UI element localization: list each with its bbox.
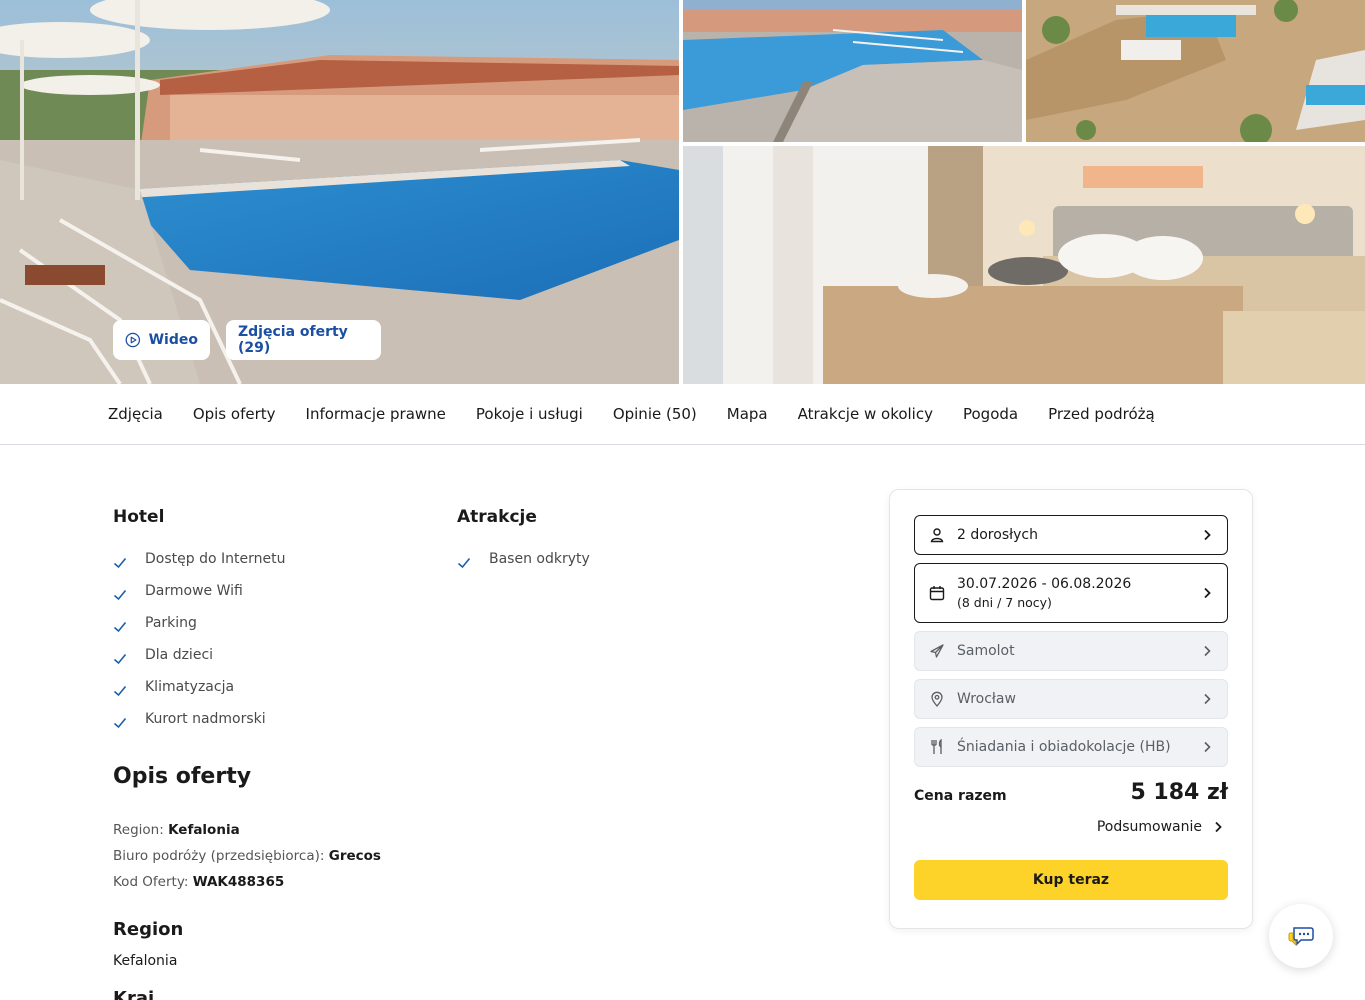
offer-region-row: Region: Kefalonia — [113, 822, 240, 838]
tab-nearby-attractions[interactable]: Atrakcje w okolicy — [798, 405, 933, 423]
offer-code-label: Kod Oferty: — [113, 874, 189, 890]
attractions-title: Atrakcje — [457, 507, 537, 527]
chevron-right-icon — [1204, 693, 1211, 705]
tab-photos[interactable]: Zdjęcia — [108, 405, 163, 423]
feature-label: Darmowe Wifi — [145, 583, 243, 599]
check-icon — [113, 557, 127, 569]
room-photo[interactable] — [683, 146, 1365, 384]
location-pin-icon — [931, 691, 943, 707]
feature-label: Dla dzieci — [145, 647, 214, 663]
pool-photo[interactable] — [683, 0, 1022, 142]
total-price-label: Cena razem — [914, 788, 1007, 804]
offer-region-value: Kefalonia — [168, 822, 240, 838]
dates-text: 30.07.2026 - 06.08.2026 (8 dni / 7 nocy) — [957, 576, 1201, 610]
check-icon — [113, 589, 127, 601]
check-icon — [113, 653, 127, 665]
chevron-right-icon — [1204, 529, 1211, 541]
chevron-right-icon — [1204, 741, 1211, 753]
feature-label: Parking — [145, 615, 197, 631]
offer-agency-value: Grecos — [328, 848, 381, 864]
video-button[interactable]: Wideo — [113, 320, 210, 360]
guests-selector[interactable]: 2 dorosłych — [914, 515, 1228, 555]
feature-label: Dostęp do Internetu — [145, 551, 286, 567]
summary-link[interactable]: Podsumowanie — [1097, 819, 1224, 835]
play-icon — [125, 332, 141, 348]
list-item: Basen odkryty — [457, 543, 590, 575]
dates-selector[interactable]: 30.07.2026 - 06.08.2026 (8 dni / 7 nocy) — [914, 563, 1228, 623]
tab-map[interactable]: Mapa — [727, 405, 768, 423]
guests-value: 2 dorosłych — [957, 527, 1038, 543]
transport-selector[interactable]: Samolot — [914, 631, 1228, 671]
board-value: Śniadania i obiadokolacje (HB) — [957, 739, 1171, 755]
video-button-label: Wideo — [148, 332, 198, 348]
check-icon — [113, 685, 127, 697]
offer-photos-button[interactable]: Zdjęcia oferty (29) — [226, 320, 381, 360]
offer-code-row: Kod Oferty: WAK488365 — [113, 874, 284, 890]
cutlery-icon — [931, 739, 942, 754]
offer-agency-label: Biuro podróży (przedsiębiorca): — [113, 848, 325, 864]
total-price-value: 5 184 zł — [1130, 780, 1228, 805]
tab-reviews[interactable]: Opinie (50) — [613, 405, 697, 423]
list-item: Kurort nadmorski — [113, 703, 285, 735]
chat-icon — [1288, 927, 1314, 947]
offer-region-label: Region: — [113, 822, 164, 838]
dates-value: 30.07.2026 - 06.08.2026 — [957, 576, 1132, 592]
offer-agency-row: Biuro podróży (przedsiębiorca): Grecos — [113, 848, 381, 864]
offer-photos-label: Zdjęcia oferty (29) — [238, 324, 348, 356]
tab-weather[interactable]: Pogoda — [963, 405, 1018, 423]
check-icon — [457, 557, 471, 569]
attraction-label: Basen odkryty — [489, 551, 590, 567]
buy-now-button[interactable]: Kup teraz — [914, 860, 1228, 900]
feature-label: Kurort nadmorski — [145, 711, 266, 727]
list-item: Darmowe Wifi — [113, 575, 285, 607]
booking-card: 2 dorosłych 30.07.2026 - 06.08.2026 (8 d… — [889, 489, 1253, 929]
list-item: Parking — [113, 607, 285, 639]
departure-selector[interactable]: Wrocław — [914, 679, 1228, 719]
offer-description-title: Opis oferty — [113, 764, 252, 789]
attractions-list: Basen odkryty — [457, 543, 590, 575]
summary-label: Podsumowanie — [1096, 819, 1202, 835]
user-icon — [930, 528, 944, 543]
transport-value: Samolot — [957, 643, 1015, 659]
feature-label: Klimatyzacja — [145, 679, 235, 695]
tab-before-travel[interactable]: Przed podróżą — [1048, 405, 1155, 423]
aerial-photo[interactable] — [1026, 0, 1365, 142]
country-title: Kraj — [113, 988, 155, 1000]
check-icon — [113, 717, 127, 729]
check-icon — [113, 621, 127, 633]
tab-offer-description[interactable]: Opis oferty — [193, 405, 276, 423]
hotel-features-list: Dostęp do Internetu Darmowe Wifi Parking… — [113, 543, 285, 735]
region-title: Region — [113, 919, 184, 940]
list-item: Dla dzieci — [113, 639, 285, 671]
tab-legal-info[interactable]: Informacje prawne — [306, 405, 446, 423]
offer-code-value: WAK488365 — [192, 874, 285, 890]
list-item: Dostęp do Internetu — [113, 543, 285, 575]
duration-value: (8 dni / 7 nocy) — [957, 595, 1052, 610]
region-value: Kefalonia — [113, 953, 178, 969]
hotel-features-title: Hotel — [113, 507, 165, 527]
chevron-right-icon — [1215, 821, 1222, 833]
plane-icon — [930, 644, 944, 658]
photo-gallery: Wideo Zdjęcia oferty (29) — [0, 0, 1365, 384]
chevron-right-icon — [1204, 645, 1211, 657]
departure-value: Wrocław — [957, 691, 1016, 707]
chevron-right-icon — [1204, 587, 1211, 599]
chat-button[interactable] — [1269, 904, 1333, 968]
list-item: Klimatyzacja — [113, 671, 285, 703]
offer-tabs: Zdjęcia Opis oferty Informacje prawne Po… — [0, 384, 1365, 445]
board-selector[interactable]: Śniadania i obiadokolacje (HB) — [914, 727, 1228, 767]
tab-rooms-services[interactable]: Pokoje i usługi — [476, 405, 583, 423]
calendar-icon — [929, 586, 945, 601]
